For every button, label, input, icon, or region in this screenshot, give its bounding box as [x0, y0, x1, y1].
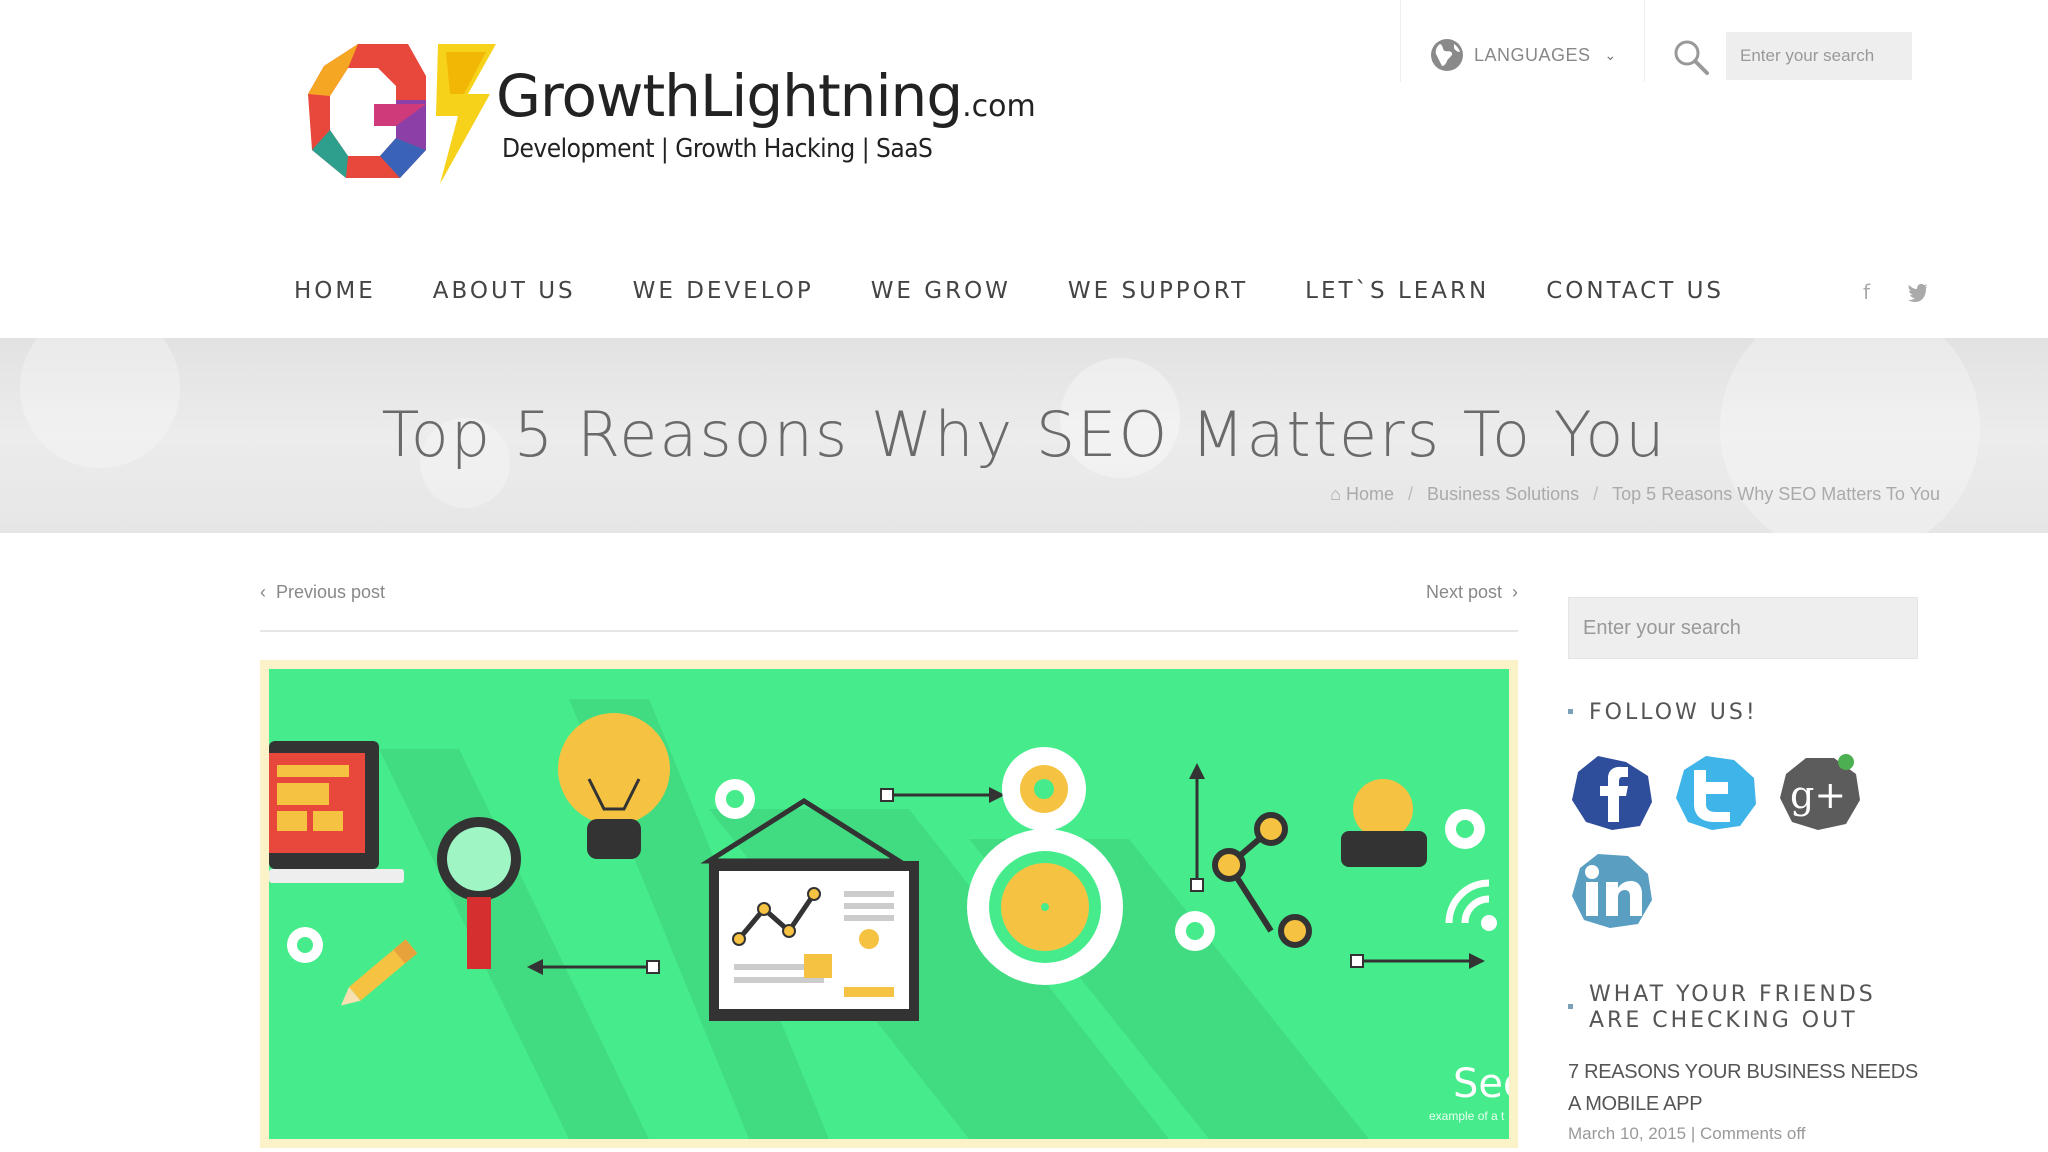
chevron-left-icon: ‹ — [260, 582, 276, 602]
languages-dropdown[interactable]: LANGUAGES ⌄ — [1430, 38, 1617, 72]
page-title: Top 5 Reasons Why SEO Matters To You — [381, 398, 1667, 471]
logo-wordmark: GrowthLightning.com — [496, 62, 1036, 130]
site-header: GrowthLightning.com Development | Growth… — [0, 0, 2048, 338]
chevron-right-icon: › — [1502, 582, 1518, 602]
site-logo[interactable]: GrowthLightning.com Development | Growth… — [300, 38, 1036, 188]
breadcrumb-home[interactable]: ⌂ Home — [1330, 484, 1394, 505]
svg-text:g+: g+ — [1790, 773, 1846, 817]
follow-us-title: FOLLOW US! — [1568, 700, 1758, 726]
hero-caption: Seo — [1453, 1061, 1509, 1107]
seo-illustration-icon — [269, 699, 1497, 1139]
linkedin-icon[interactable] — [1568, 850, 1654, 930]
twitter-icon[interactable] — [1672, 752, 1758, 832]
nav-item-we-grow[interactable]: WE GROW — [871, 278, 1011, 304]
bullet-icon — [1568, 708, 1573, 714]
social-follow-icons: g+ — [1568, 752, 1898, 942]
nav-item-home[interactable]: HOME — [294, 278, 376, 304]
featured-image[interactable]: Seo example of a t — [260, 660, 1518, 1148]
chevron-down-icon: ⌄ — [1604, 46, 1617, 63]
nav-item-about-us[interactable]: ABOUT US — [433, 278, 576, 304]
logo-mark-icon — [308, 44, 496, 184]
breadcrumb-current: Top 5 Reasons Why SEO Matters To You — [1612, 484, 1940, 504]
nav-item-contact-us[interactable]: CONTACT US — [1546, 278, 1724, 304]
nav-item-we-support[interactable]: WE SUPPORT — [1068, 278, 1248, 304]
facebook-icon[interactable] — [1568, 752, 1654, 832]
logo-tagline: Development | Growth Hacking | SaaS — [502, 134, 933, 164]
breadcrumb-separator: / — [1408, 484, 1414, 504]
main-nav: HOME ABOUT US WE DEVELOP WE GROW WE SUPP… — [294, 278, 1781, 304]
page: GrowthLightning.com Development | Growth… — [0, 0, 2048, 1152]
nav-item-lets-learn[interactable]: LET`S LEARN — [1305, 278, 1489, 304]
breadcrumb-category[interactable]: Business Solutions — [1427, 484, 1579, 505]
next-post-link[interactable]: Next post › — [1426, 582, 1518, 603]
header-divider — [1644, 0, 1645, 82]
breadcrumb: ⌂ Home / Business Solutions / Top 5 Reas… — [1330, 484, 1940, 505]
page-title-banner: Top 5 Reasons Why SEO Matters To You ⌂ H… — [0, 338, 2048, 533]
bullet-icon — [1568, 1004, 1573, 1009]
sidebar-search-input[interactable] — [1568, 597, 1918, 659]
languages-label: LANGUAGES — [1474, 44, 1591, 65]
previous-post-link[interactable]: ‹ Previous post — [260, 582, 385, 603]
hero-subcaption: example of a t — [1429, 1109, 1505, 1123]
header-divider — [1400, 0, 1401, 82]
friend-post-link[interactable]: 7 REASONS YOUR BUSINESS NEEDS A MOBILE A… — [1568, 1056, 1928, 1120]
home-icon: ⌂ — [1330, 484, 1347, 504]
friends-checking-out-title: WHAT YOUR FRIENDS ARE CHECKING OUT — [1568, 982, 1876, 1034]
breadcrumb-separator: / — [1593, 484, 1599, 504]
header-search-input[interactable] — [1726, 32, 1912, 80]
globe-icon — [1431, 39, 1463, 71]
search-icon[interactable] — [1672, 38, 1710, 76]
post-navigation: ‹ Previous post Next post › — [260, 578, 1518, 632]
google-plus-icon[interactable]: g+ — [1776, 752, 1862, 832]
twitter-icon[interactable] — [1908, 284, 1928, 302]
nav-item-we-develop[interactable]: WE DEVELOP — [633, 278, 814, 304]
featured-image-illustration: Seo example of a t — [269, 669, 1509, 1139]
facebook-icon[interactable]: f — [1863, 280, 1870, 304]
friend-post-meta: March 10, 2015 | Comments off — [1568, 1124, 1806, 1143]
